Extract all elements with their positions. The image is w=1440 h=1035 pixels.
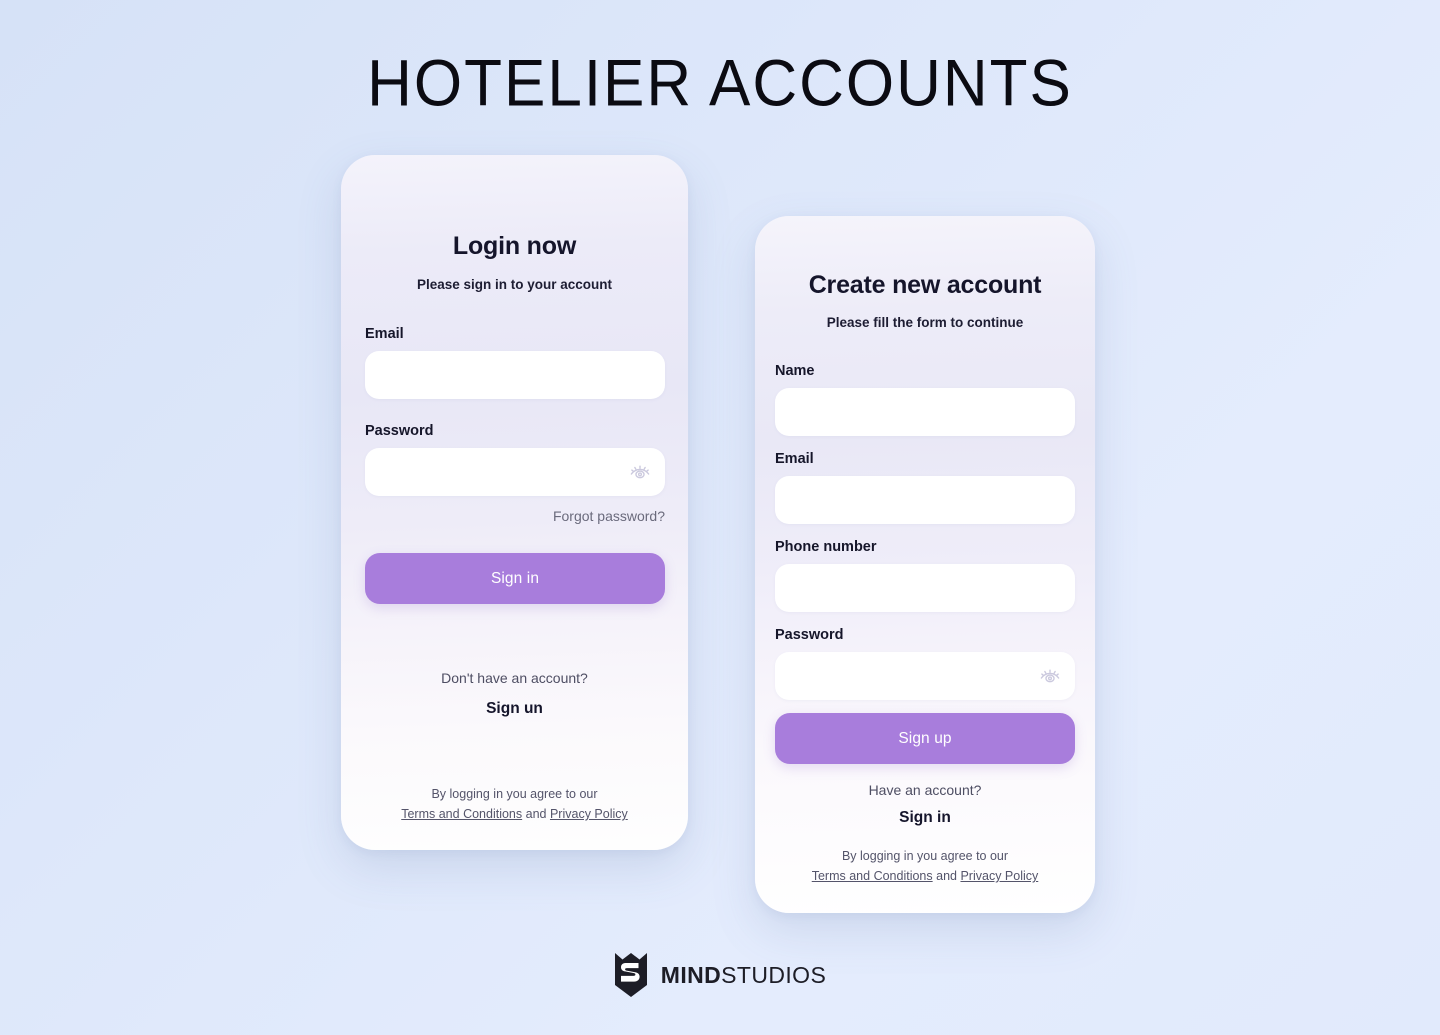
login-card-subtitle: Please sign in to your account xyxy=(416,277,613,292)
signup-email-label: Email xyxy=(775,451,814,467)
signup-legal-line2: Terms and Conditions and Privacy Policy xyxy=(755,866,1095,886)
brand-wordmark: MINDSTUDIOS xyxy=(661,962,826,988)
login-legal-text: By logging in you agree to our Terms and… xyxy=(341,784,688,824)
signup-name-input[interactable] xyxy=(775,388,1075,436)
footer-brand: MINDSTUDIOS xyxy=(0,952,1440,998)
sign-up-button[interactable]: Sign up xyxy=(775,713,1075,764)
login-card: Login now Please sign in to your account… xyxy=(341,155,688,850)
brand-name-bold: MIND xyxy=(660,962,722,988)
signup-card: Create new account Please fill the form … xyxy=(755,216,1095,913)
signup-password-input-wrap xyxy=(775,652,1075,700)
signup-password-field-group: Password xyxy=(775,626,1075,700)
signup-legal-line1: By logging in you agree to our xyxy=(841,849,1009,863)
go-to-signup-link[interactable]: Sign un xyxy=(341,699,688,719)
login-submit-wrap: Sign in xyxy=(365,553,665,604)
signup-terms-link[interactable]: Terms and Conditions xyxy=(812,869,933,883)
signup-phone-field-group: Phone number xyxy=(775,538,1075,612)
login-password-label: Password xyxy=(365,423,434,439)
signup-name-field-group: Name xyxy=(775,362,1075,436)
signup-name-input-wrap xyxy=(775,388,1075,436)
sign-in-button[interactable]: Sign in xyxy=(365,553,665,604)
signup-submit-wrap: Sign up xyxy=(775,713,1075,764)
login-email-field-group: Email xyxy=(365,325,665,399)
login-card-title: Login now xyxy=(452,232,577,260)
login-password-input-wrap xyxy=(365,448,665,496)
login-legal-line2: Terms and Conditions and Privacy Policy xyxy=(341,804,688,824)
signup-switch-prompt: Have an account? xyxy=(868,782,982,798)
signup-email-field-group: Email xyxy=(775,450,1075,524)
login-email-input-wrap xyxy=(365,351,665,399)
login-terms-link[interactable]: Terms and Conditions xyxy=(401,807,522,821)
login-password-input[interactable] xyxy=(365,448,665,496)
login-legal-conjunction: and xyxy=(525,807,547,821)
signup-card-title: Create new account xyxy=(808,271,1042,299)
signup-name-label: Name xyxy=(775,363,815,379)
signup-privacy-link[interactable]: Privacy Policy xyxy=(960,869,1038,883)
login-password-field-group: Password xyxy=(365,422,665,496)
login-email-label: Email xyxy=(365,326,404,342)
signup-legal-conjunction: and xyxy=(936,869,957,883)
signup-password-label: Password xyxy=(775,627,844,643)
login-privacy-link[interactable]: Privacy Policy xyxy=(550,807,628,821)
go-to-login-link[interactable]: Sign in xyxy=(755,808,1095,828)
login-email-input[interactable] xyxy=(365,351,665,399)
signup-legal-text: By logging in you agree to our Terms and… xyxy=(755,846,1095,886)
eye-icon[interactable] xyxy=(629,461,651,483)
signup-phone-input-wrap xyxy=(775,564,1075,612)
signup-card-subtitle: Please fill the form to continue xyxy=(826,315,1024,330)
brand-name-regular: STUDIOS xyxy=(721,962,827,988)
signup-phone-label: Phone number xyxy=(775,539,877,555)
page-title: HOTELIER ACCOUNTS xyxy=(367,47,1073,121)
signup-email-input-wrap xyxy=(775,476,1075,524)
login-switch-prompt: Don't have an account? xyxy=(441,670,588,686)
login-legal-line1: By logging in you agree to our xyxy=(431,787,598,801)
mindstudios-logo-icon xyxy=(614,953,647,997)
eye-icon[interactable] xyxy=(1039,665,1061,687)
forgot-password-link[interactable]: Forgot password? xyxy=(365,507,665,525)
signup-phone-input[interactable] xyxy=(775,564,1075,612)
signup-password-input[interactable] xyxy=(775,652,1075,700)
signup-email-input[interactable] xyxy=(775,476,1075,524)
